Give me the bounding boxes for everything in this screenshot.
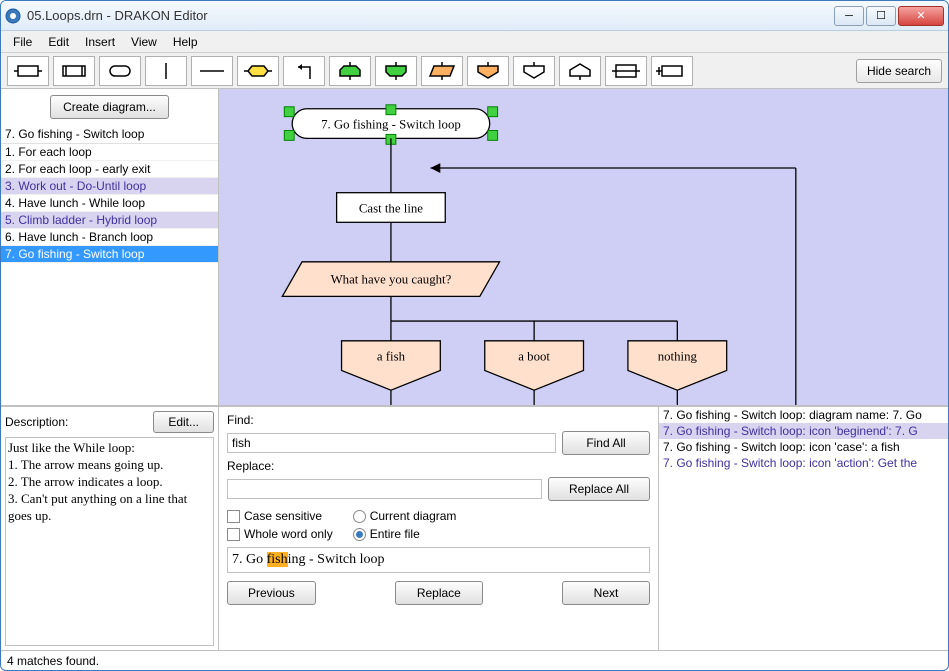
find-label: Find: — [227, 413, 650, 427]
canvas[interactable]: 7. Go fishing - Switch loop Cast the lin… — [219, 89, 948, 405]
replace-button[interactable]: Replace — [395, 581, 483, 605]
edit-description-button[interactable]: Edit... — [153, 411, 214, 433]
description-label: Description: — [5, 415, 153, 429]
tool-shelf-icon[interactable] — [605, 56, 647, 86]
entire-file-radio[interactable]: Entire file — [353, 527, 457, 541]
tool-insertion-icon[interactable] — [53, 56, 95, 86]
app-icon — [5, 8, 21, 24]
close-button[interactable]: ✕ — [898, 6, 944, 26]
bottom-panel: Description: Edit... Just like the While… — [1, 405, 948, 650]
description-panel: Description: Edit... Just like the While… — [1, 407, 219, 650]
canvas-case-1: a boot — [518, 350, 550, 364]
menu-view[interactable]: View — [123, 33, 165, 51]
diagram-item[interactable]: 6. Have lunch - Branch loop — [1, 229, 218, 246]
tool-vertical-icon[interactable] — [145, 56, 187, 86]
tool-params-icon[interactable] — [651, 56, 693, 86]
result-item[interactable]: 7. Go fishing - Switch loop: icon 'case'… — [659, 439, 948, 455]
window-title: 05.Loops.drn - DRAKON Editor — [27, 8, 834, 23]
menu-file[interactable]: File — [5, 33, 40, 51]
diagram-item[interactable]: 4. Have lunch - While loop — [1, 195, 218, 212]
canvas-question: What have you caught? — [331, 273, 452, 287]
canvas-case-0: a fish — [377, 350, 406, 364]
current-match: 7. Go fishing - Switch loop — [227, 547, 650, 573]
tool-beginend-icon[interactable] — [99, 56, 141, 86]
current-diagram-radio[interactable]: Current diagram — [353, 509, 457, 523]
sidebar: Create diagram... 7. Go fishing - Switch… — [1, 89, 219, 405]
diagram-item[interactable]: 5. Climb ladder - Hybrid loop — [1, 212, 218, 229]
titlebar: 05.Loops.drn - DRAKON Editor ─ ☐ ✕ — [1, 1, 948, 31]
find-input[interactable] — [227, 433, 556, 453]
replace-label: Replace: — [227, 459, 650, 473]
tool-horizontal-icon[interactable] — [191, 56, 233, 86]
canvas-case-2: nothing — [658, 350, 698, 364]
menu-help[interactable]: Help — [165, 33, 206, 51]
replace-all-button[interactable]: Replace All — [548, 477, 650, 501]
tool-if-icon[interactable] — [237, 56, 279, 86]
tool-branch-icon[interactable] — [513, 56, 555, 86]
canvas-action: Cast the line — [359, 201, 423, 215]
tool-loopstart-icon[interactable] — [329, 56, 371, 86]
diagram-item[interactable]: 2. For each loop - early exit — [1, 161, 218, 178]
replace-input[interactable] — [227, 479, 542, 499]
diagram-item[interactable]: 1. For each loop — [1, 144, 218, 161]
description-text: Just like the While loop: 1. The arrow m… — [5, 437, 214, 646]
result-item[interactable]: 7. Go fishing - Switch loop: icon 'begin… — [659, 423, 948, 439]
tool-loopend-icon[interactable] — [375, 56, 417, 86]
canvas-title: 7. Go fishing - Switch loop — [321, 118, 461, 132]
menu-insert[interactable]: Insert — [77, 33, 123, 51]
result-item[interactable]: 7. Go fishing - Switch loop: icon 'actio… — [659, 455, 948, 471]
find-all-button[interactable]: Find All — [562, 431, 650, 455]
diagram-item[interactable]: 7. Go fishing - Switch loop — [1, 246, 218, 263]
diagram-header: 7. Go fishing - Switch loop — [1, 125, 218, 144]
app-window: 05.Loops.drn - DRAKON Editor ─ ☐ ✕ File … — [0, 0, 949, 671]
whole-word-checkbox[interactable]: Whole word only — [227, 527, 333, 541]
window-controls: ─ ☐ ✕ — [834, 6, 944, 26]
menubar: File Edit Insert View Help — [1, 31, 948, 53]
search-panel: Find: Find All Replace: Replace All Case… — [219, 407, 658, 650]
hide-search-button[interactable]: Hide search — [856, 59, 942, 83]
tool-select-icon[interactable] — [421, 56, 463, 86]
previous-button[interactable]: Previous — [227, 581, 316, 605]
next-button[interactable]: Next — [562, 581, 650, 605]
status-text: 4 matches found. — [7, 654, 99, 668]
tool-action-icon[interactable] — [7, 56, 49, 86]
toolbar: Hide search — [1, 53, 948, 89]
minimize-button[interactable]: ─ — [834, 6, 864, 26]
case-sensitive-checkbox[interactable]: Case sensitive — [227, 509, 333, 523]
tool-address-icon[interactable] — [559, 56, 601, 86]
search-results[interactable]: 7. Go fishing - Switch loop: diagram nam… — [658, 407, 948, 650]
statusbar: 4 matches found. — [1, 650, 948, 670]
diagram-list[interactable]: 1. For each loop2. For each loop - early… — [1, 144, 218, 405]
tool-case-icon[interactable] — [467, 56, 509, 86]
diagram-item[interactable]: 3. Work out - Do-Until loop — [1, 178, 218, 195]
create-diagram-button[interactable]: Create diagram... — [50, 95, 169, 119]
result-item[interactable]: 7. Go fishing - Switch loop: diagram nam… — [659, 407, 948, 423]
maximize-button[interactable]: ☐ — [866, 6, 896, 26]
tool-arrow-icon[interactable] — [283, 56, 325, 86]
menu-edit[interactable]: Edit — [40, 33, 77, 51]
main-area: Create diagram... 7. Go fishing - Switch… — [1, 89, 948, 405]
